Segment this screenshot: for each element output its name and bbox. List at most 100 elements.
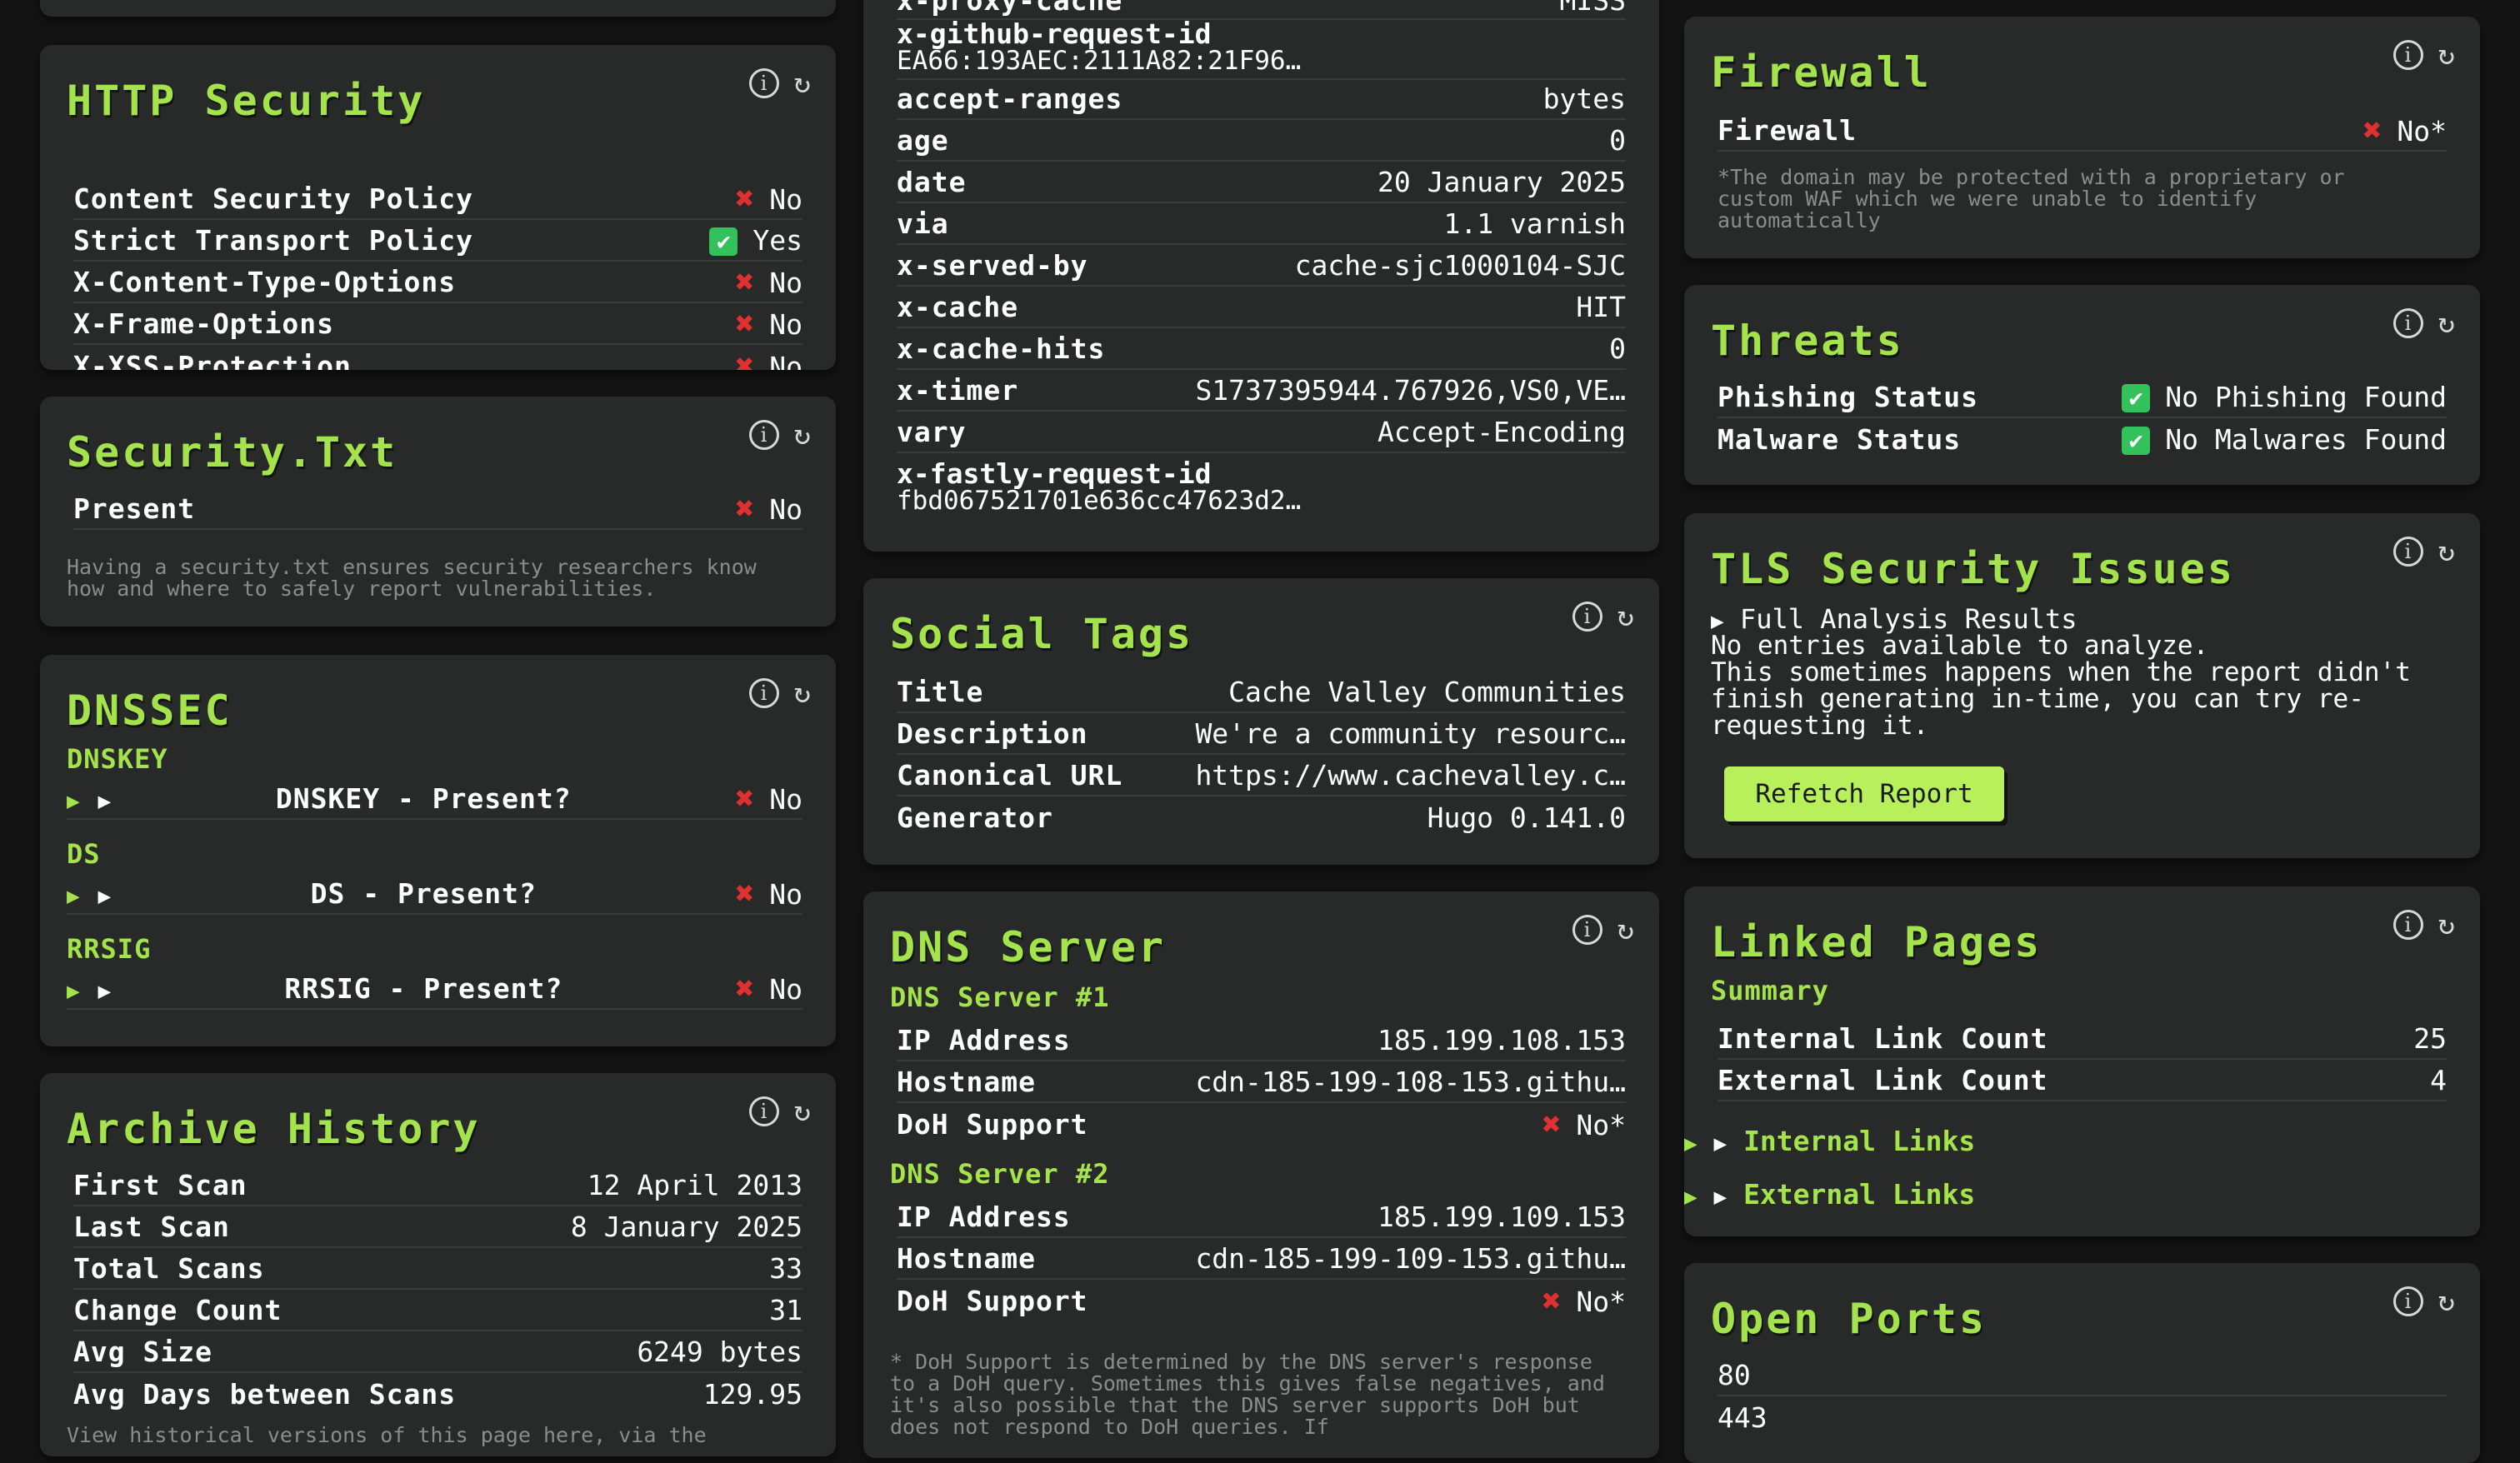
expand-arrow-icon[interactable]: ▶ (67, 884, 81, 909)
card-title: Firewall (1711, 48, 1932, 97)
internal-links-toggle[interactable]: ▶ ▶ Internal Links (1684, 1125, 1975, 1157)
rrsig-row[interactable]: ▶ ▶ RRSIG - Present? ✖ No (67, 968, 802, 1010)
firewall-note: *The domain may be protected with a prop… (1718, 165, 2345, 232)
table-row: Malware Status ✔ No Malwares Found (1718, 418, 2447, 460)
info-icon[interactable]: i (748, 420, 779, 450)
table-row: x-served-by cache-sjc1000104-SJC (897, 245, 1626, 287)
table-row: Internal Link Count 25 (1718, 1018, 2447, 1060)
table-row: Description We're a community resourc… (897, 713, 1626, 755)
archive-footer-link[interactable]: View historical versions of this page he… (67, 1425, 707, 1446)
card-title: DNS Server (890, 923, 1167, 971)
row-value: 0 (1609, 123, 1626, 157)
table-row: X-XSS-Protection ✖ No (73, 345, 802, 370)
refresh-icon[interactable]: ↻ (2438, 309, 2455, 337)
info-icon[interactable]: i (2392, 537, 2423, 567)
triangle-icon: ▶ (1713, 1131, 1728, 1156)
row-value: 12 April 2013 (587, 1168, 802, 1201)
refresh-icon[interactable]: ↻ (794, 679, 811, 707)
refresh-icon[interactable]: ↻ (2438, 911, 2455, 939)
dnskey-row[interactable]: ▶ ▶ DNSKEY - Present? ✖ No (67, 778, 802, 820)
previous-card (40, 0, 836, 17)
table-row: Phishing Status ✔ No Phishing Found (1718, 377, 2447, 418)
refresh-icon[interactable]: ↻ (794, 69, 811, 97)
port-value: 443 (1718, 1401, 1768, 1434)
refresh-icon[interactable]: ↻ (794, 1097, 811, 1126)
row-label: x-github-request-id (897, 17, 1212, 50)
request-id-block: x-github-request-id EA66:193AEC:2111A82:… (897, 20, 1626, 80)
row-label: accept-ranges (897, 82, 1123, 115)
table-row: First Scan 12 April 2013 (73, 1165, 802, 1206)
row-label: date (897, 165, 967, 198)
row-label: X-XSS-Protection (73, 349, 352, 371)
card-title: Social Tags (890, 610, 1194, 658)
table-row: Content Security Policy ✖ No (73, 178, 802, 220)
table-row: X-Frame-Options ✖ No (73, 303, 802, 345)
triangle-icon: ▶ (98, 883, 112, 909)
row-label: X-Frame-Options (73, 307, 335, 340)
row-value: 8 January 2025 (570, 1210, 802, 1243)
summary-heading: Summary (1711, 975, 1829, 1006)
tls-message: No entries available to analyze. (1711, 631, 2209, 661)
table-row: Canonical URL https://www.cachevalley.c… (897, 755, 1626, 796)
row-value: HIT (1576, 290, 1626, 323)
row-label: via (897, 207, 949, 240)
cross-icon: ✖ (735, 970, 755, 1006)
refresh-icon[interactable]: ↻ (2438, 1287, 2455, 1316)
card-title: Threats (1711, 317, 1904, 365)
row-value: 6249 bytes (637, 1335, 802, 1368)
list-item: 80 (1718, 1355, 2447, 1396)
external-links-toggle[interactable]: ▶ ▶ External Links (1684, 1178, 1975, 1211)
cross-icon: ✖ (735, 305, 755, 342)
cross-icon: ✖ (735, 875, 755, 911)
port-value: 80 (1718, 1358, 1751, 1391)
table-row: x-timer S1737395944.767926,VS0,VE… (897, 370, 1626, 412)
info-icon[interactable]: i (2392, 910, 2423, 940)
row-value: Hugo 0.141.0 (1427, 801, 1626, 834)
card-title: Archive History (67, 1105, 481, 1153)
table-row: accept-ranges bytes (897, 78, 1626, 120)
ds-row[interactable]: ▶ ▶ DS - Present? ✖ No (67, 873, 802, 915)
fastly-id-block: x-fastly-request-id fbd067521701e636cc47… (897, 460, 1626, 518)
refresh-icon[interactable]: ↻ (2438, 41, 2455, 69)
row-value: EA66:193AEC:2111A82:21F96… (897, 46, 1302, 76)
row-value: fbd067521701e636cc47623d2… (897, 486, 1302, 516)
table-row: Title Cache Valley Communities (897, 672, 1626, 713)
info-icon[interactable]: i (2392, 308, 2423, 338)
expand-arrow-icon[interactable]: ▶ (67, 979, 81, 1004)
card-title: HTTP Security (67, 77, 426, 125)
triangle-icon: ▶ (98, 978, 112, 1004)
info-icon[interactable]: i (1572, 602, 1602, 632)
expand-arrow-icon[interactable]: ▶ (67, 789, 81, 814)
info-icon[interactable]: i (2392, 40, 2423, 70)
row-label: Canonical URL (897, 758, 1123, 791)
table-row: via 1.1 varnish (897, 203, 1626, 245)
card-title: Open Ports (1711, 1295, 1988, 1343)
card-title: Security.Txt (67, 428, 398, 477)
refresh-icon[interactable]: ↻ (794, 421, 811, 449)
external-links-label: External Links (1743, 1178, 1976, 1211)
info-icon[interactable]: i (2392, 1286, 2423, 1316)
row-value: No (769, 267, 802, 299)
refetch-report-button[interactable]: Refetch Report (1724, 766, 2004, 821)
open-ports-card: i ↻ Open Ports 80 443 (1684, 1263, 2480, 1463)
cross-icon: ✖ (1542, 1282, 1562, 1319)
cross-icon: ✖ (2362, 112, 2382, 148)
security-txt-note: Having a security.txt ensures security r… (67, 555, 757, 601)
refresh-icon[interactable]: ↻ (1618, 602, 1634, 631)
info-icon[interactable]: i (748, 1096, 779, 1126)
row-value: MISS (1559, 0, 1626, 17)
row-value: No (769, 878, 802, 911)
row-value: We're a community resourc… (1195, 717, 1626, 750)
info-icon[interactable]: i (748, 678, 779, 708)
cross-icon: ✖ (1542, 1106, 1562, 1142)
info-icon[interactable]: i (1572, 915, 1602, 945)
refresh-icon[interactable]: ↻ (2438, 537, 2455, 566)
info-icon[interactable]: i (748, 68, 779, 98)
refresh-icon[interactable]: ↻ (1618, 916, 1634, 944)
row-label: x-served-by (897, 248, 1088, 282)
row-value: S1737395944.767926,VS0,VE… (1195, 373, 1626, 407)
table-row: vary Accept-Encoding (897, 412, 1626, 453)
row-value: 0 (1609, 332, 1626, 365)
table-row: age 0 (897, 120, 1626, 162)
row-value: Yes (752, 223, 802, 257)
